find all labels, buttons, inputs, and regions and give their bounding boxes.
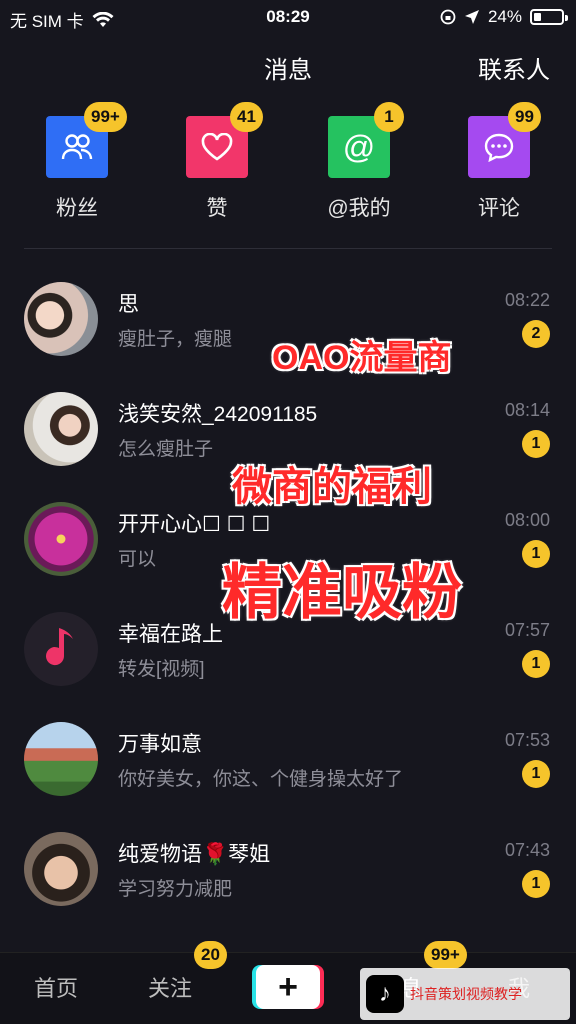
message-time: 07:43 [504, 840, 550, 860]
message-row[interactable]: 万事如意 你好美女，你这、个健身操太好了 07:53 1 [0, 722, 576, 832]
message-preview: 可以 [118, 549, 157, 570]
people-icon [61, 134, 93, 160]
likes-label: 赞 [206, 197, 228, 220]
tiktok-logo-icon: ♪ [366, 975, 404, 1013]
fans-label: 粉丝 [56, 197, 98, 220]
contact-name: 万事如意 [118, 733, 202, 756]
message-preview: 转发[视频] [118, 659, 205, 680]
battery-percent: 24% [487, 7, 522, 26]
contact-name: 幸福在路上 [118, 623, 223, 646]
unread-badge: 2 [522, 320, 550, 348]
comments-tile: 99 [468, 102, 541, 178]
mentions-tile: @ 1 [328, 102, 404, 178]
mentions-label: @我的 [327, 197, 391, 220]
status-right: 24% [440, 7, 568, 27]
overlay-text-3: 精准吸粉 [222, 559, 462, 626]
likes-tile: 41 [186, 102, 263, 178]
comments-label: 评论 [478, 197, 520, 220]
avatar [24, 282, 98, 356]
category-row: 99+ 粉丝 41 赞 @ 1 @我的 99 评论 [0, 102, 576, 222]
rotation-lock-icon [440, 9, 456, 25]
status-bar: 无 SIM 卡 08:29 24% [0, 0, 576, 34]
avatar [24, 392, 98, 466]
overlay-text-1: OAO流量商 [272, 339, 452, 377]
message-preview: 学习努力减肥 [118, 879, 233, 900]
fans-tile: 99+ [46, 102, 127, 178]
contacts-button[interactable]: 联系人 [478, 50, 550, 85]
music-note-icon [24, 612, 98, 686]
avatar [24, 832, 98, 906]
watermark: ♪ 抖音策划视频教学 [360, 968, 570, 1020]
contact-name: 浅笑安然_242091185 [118, 403, 318, 426]
message-time: 08:00 [504, 510, 550, 530]
location-icon [464, 10, 479, 24]
mentions-badge: 1 [374, 102, 404, 132]
heart-icon [201, 133, 233, 161]
message-time: 08:22 [504, 290, 550, 310]
at-icon: @ [342, 128, 376, 165]
message-time: 07:53 [504, 730, 550, 750]
message-preview: 你好美女，你这、个健身操太好了 [118, 769, 404, 790]
category-comments[interactable]: 99 评论 [439, 102, 559, 222]
header: 消息 联系人 [0, 44, 576, 88]
unread-badge: 1 [522, 650, 550, 678]
category-fans[interactable]: 99+ 粉丝 [17, 102, 137, 222]
divider [24, 248, 552, 249]
contact-name: 纯爱物语🌹琴姐 [118, 843, 271, 866]
contact-name: 思 [118, 293, 139, 316]
messages-badge: 99+ [424, 941, 467, 969]
unread-badge: 1 [522, 870, 550, 898]
battery-icon [530, 9, 568, 25]
tab-follow[interactable]: 关注 [148, 971, 192, 1003]
fans-badge: 99+ [84, 102, 127, 132]
likes-badge: 41 [230, 102, 263, 132]
tab-home[interactable]: 首页 [34, 971, 78, 1003]
message-row[interactable]: 纯爱物语🌹琴姐 学习努力减肥 07:43 1 [0, 832, 576, 942]
create-button[interactable]: + [256, 965, 320, 1009]
avatar [24, 612, 98, 686]
avatar [24, 502, 98, 576]
unread-badge: 1 [522, 760, 550, 788]
unread-badge: 1 [522, 430, 550, 458]
watermark-text: 抖音策划视频教学 [410, 986, 522, 1002]
follow-badge: 20 [194, 941, 227, 969]
contact-name: 开开心心☐ ☐ ☐ [118, 513, 271, 536]
message-preview: 瘦肚子，瘦腿 [118, 329, 233, 350]
category-likes[interactable]: 41 赞 [157, 102, 277, 222]
message-time: 08:14 [504, 400, 550, 420]
avatar [24, 722, 98, 796]
comment-icon [484, 133, 514, 162]
comments-badge: 99 [508, 102, 541, 132]
message-preview: 怎么瘦肚子 [118, 439, 214, 460]
overlay-text-2: 微商的福利 [232, 465, 432, 509]
category-mentions[interactable]: @ 1 @我的 [299, 102, 419, 222]
unread-badge: 1 [522, 540, 550, 568]
message-time: 07:57 [504, 620, 550, 640]
